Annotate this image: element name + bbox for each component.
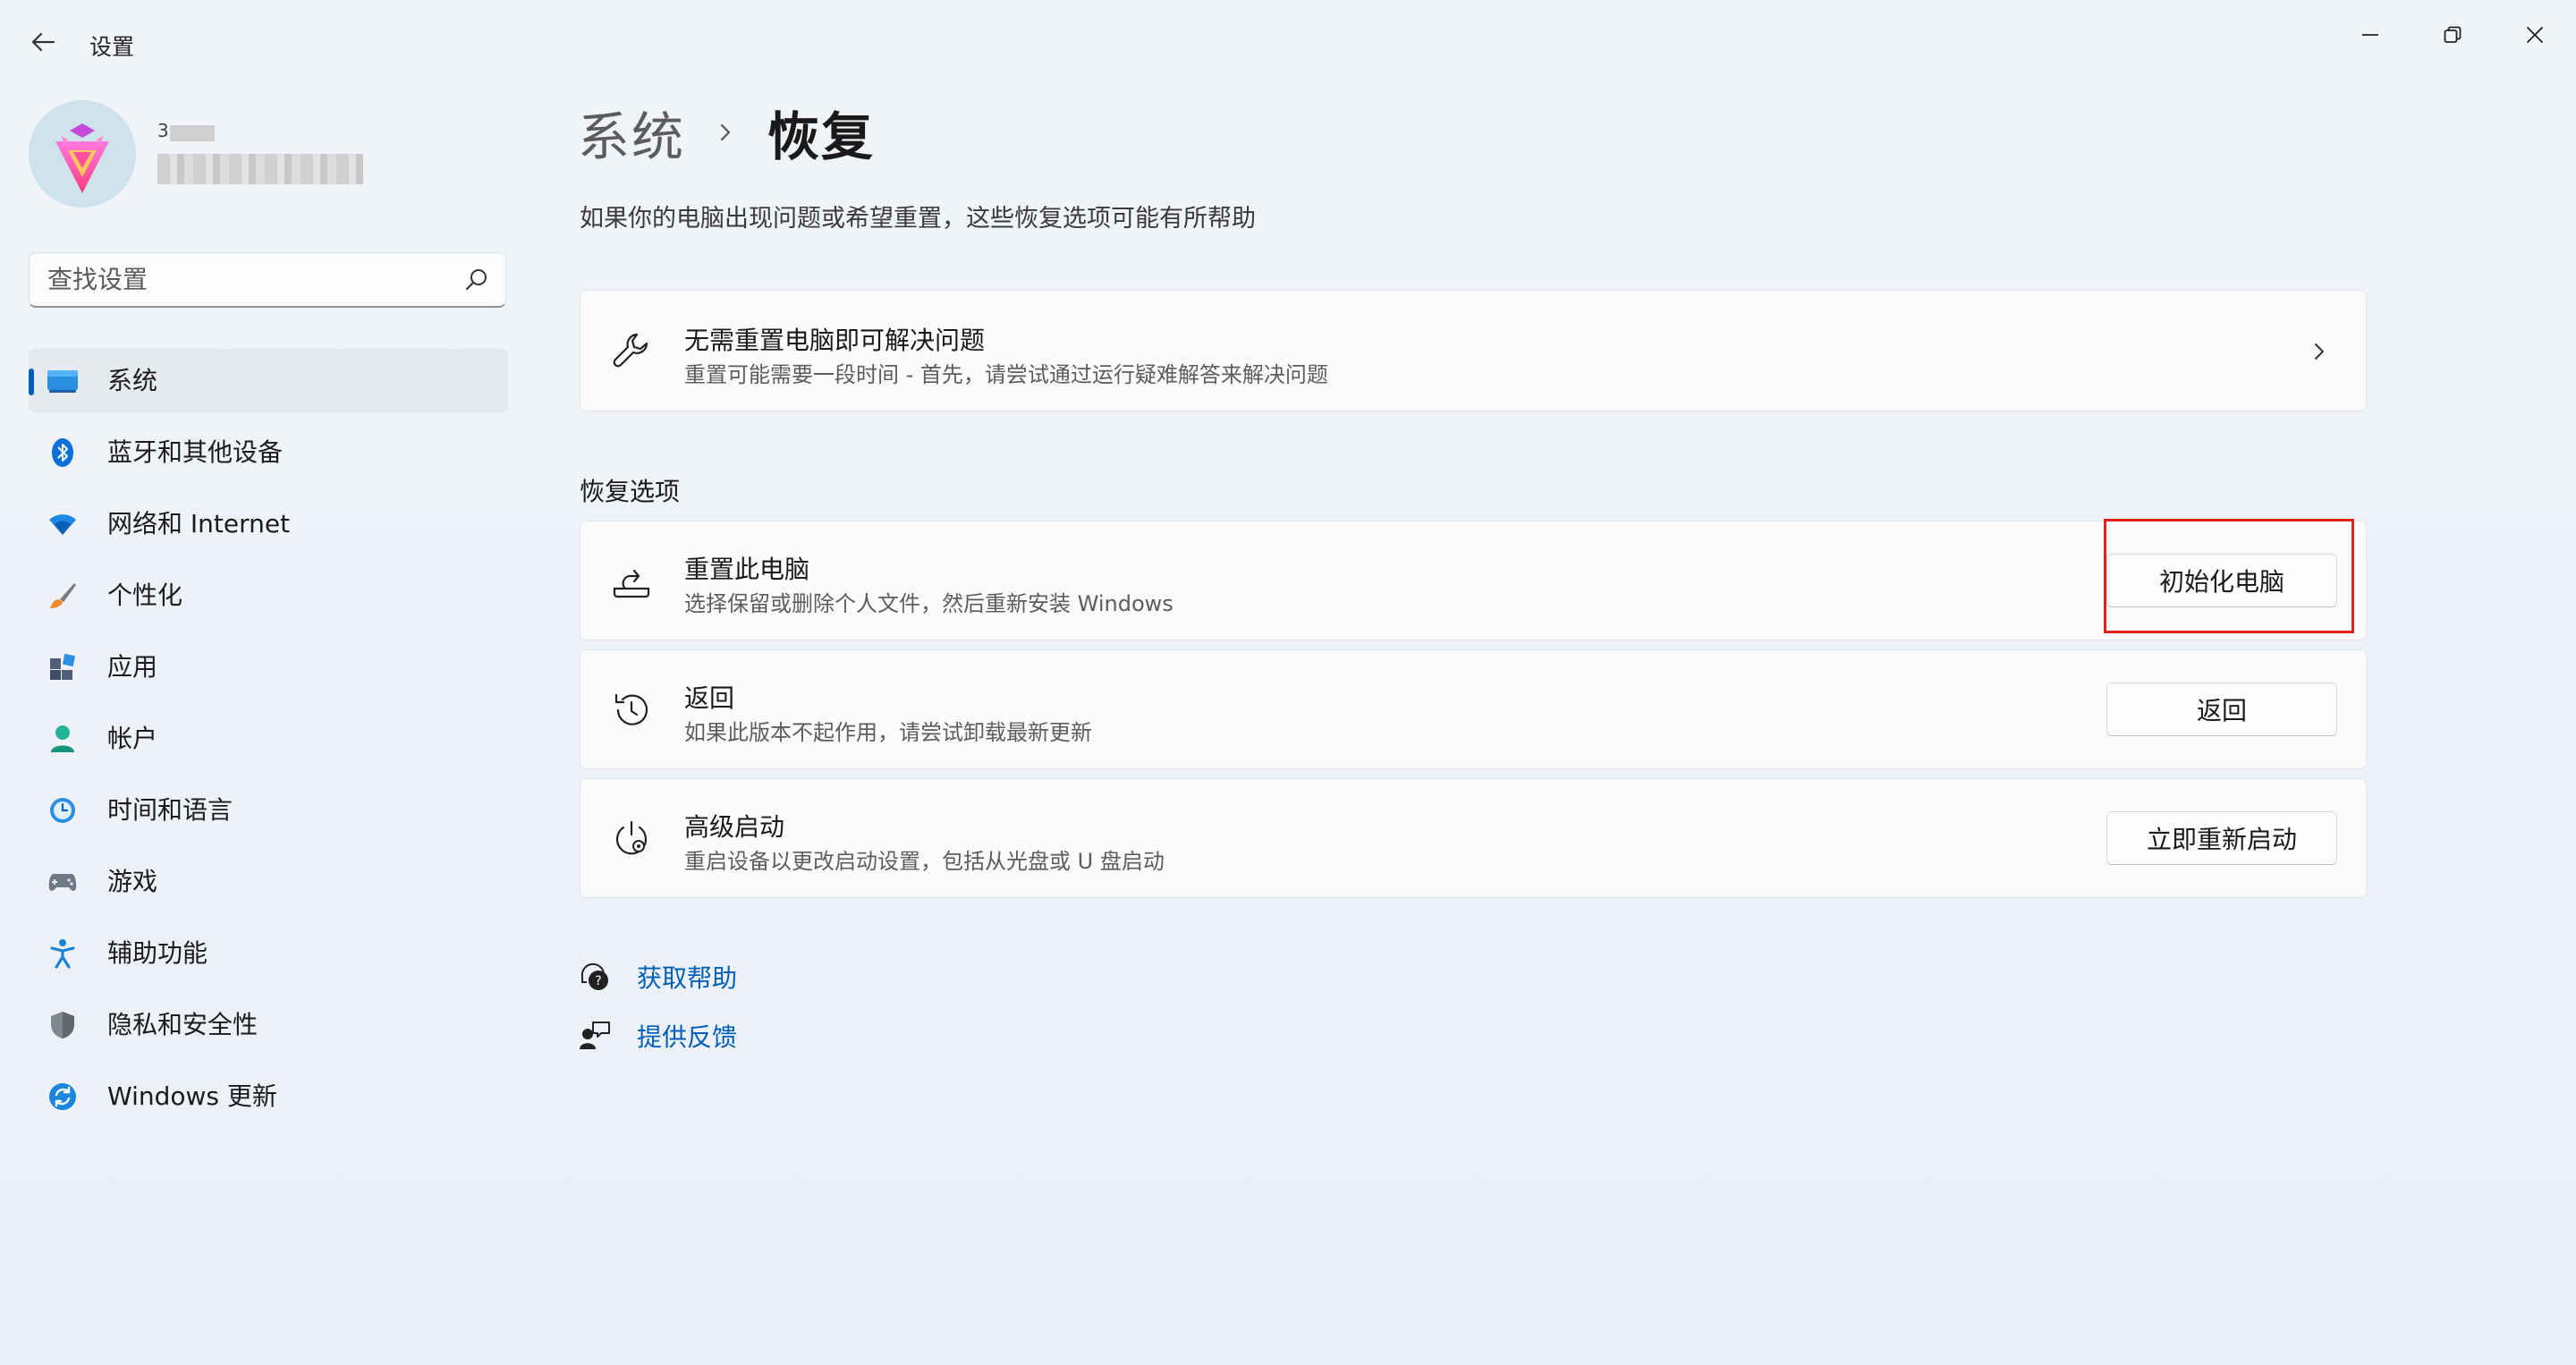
page-title: 恢复 bbox=[767, 106, 876, 167]
advanced-startup-title: 高级启动 bbox=[684, 812, 785, 842]
gamepad-icon bbox=[47, 866, 79, 898]
user-name-partial: 3 bbox=[157, 120, 169, 141]
sidebar-item-personalization[interactable]: 个性化 bbox=[29, 564, 508, 628]
advanced-startup-icon bbox=[611, 818, 652, 860]
troubleshoot-description: 重置可能需要一段时间 - 首先，请尝试通过运行疑难解答来解决问题 bbox=[684, 362, 1328, 387]
get-help-link[interactable]: ? 获取帮助 bbox=[578, 957, 737, 996]
sidebar-item-label: 游戏 bbox=[107, 867, 158, 896]
feedback-icon bbox=[578, 1019, 612, 1053]
give-feedback-label[interactable]: 提供反馈 bbox=[637, 1018, 737, 1054]
reset-pc-description: 选择保留或删除个人文件，然后重新安装 Windows bbox=[684, 591, 1174, 616]
sidebar-item-bluetooth[interactable]: 蓝牙和其他设备 bbox=[29, 420, 508, 485]
wrench-icon bbox=[611, 330, 652, 371]
chevron-right-icon bbox=[714, 121, 737, 144]
advanced-startup-card: 高级启动 重启设备以更改启动设置，包括从光盘或 U 盘启动 立即重新启动 bbox=[580, 778, 2367, 898]
user-name-blurred: 3 bbox=[157, 120, 363, 188]
shield-icon bbox=[47, 1009, 79, 1041]
sidebar-item-gaming[interactable]: 游戏 bbox=[29, 850, 508, 914]
sidebar-item-label: 辅助功能 bbox=[107, 938, 208, 968]
paintbrush-icon bbox=[47, 580, 79, 612]
windows-update-icon bbox=[47, 1081, 79, 1113]
reset-pc-card: 重置此电脑 选择保留或删除个人文件，然后重新安装 Windows 初始化电脑 bbox=[580, 521, 2367, 640]
sidebar-item-label: 网络和 Internet bbox=[107, 509, 291, 538]
go-back-title: 返回 bbox=[684, 683, 735, 713]
get-help-label[interactable]: 获取帮助 bbox=[637, 959, 737, 995]
highlight-annotation-box bbox=[2104, 519, 2354, 633]
reset-pc-title: 重置此电脑 bbox=[684, 555, 810, 584]
troubleshoot-card[interactable]: 无需重置电脑即可解决问题 重置可能需要一段时间 - 首先，请尝试通过运行疑难解答… bbox=[580, 290, 2367, 411]
search-input[interactable] bbox=[47, 253, 441, 305]
back-arrow-icon bbox=[31, 32, 55, 52]
restore-button[interactable] bbox=[2411, 9, 2494, 61]
section-label-recovery-options: 恢复选项 bbox=[580, 477, 681, 506]
wifi-icon bbox=[47, 508, 79, 540]
avatar-image-icon bbox=[29, 100, 136, 208]
back-button[interactable] bbox=[20, 21, 66, 63]
chevron-right-icon bbox=[2315, 343, 2324, 360]
app-title: 设置 bbox=[89, 34, 135, 60]
account-icon bbox=[47, 723, 79, 755]
sidebar-item-time-language[interactable]: 时间和语言 bbox=[29, 778, 508, 843]
sidebar-item-label: 应用 bbox=[107, 652, 158, 682]
sidebar-item-windows-update[interactable]: Windows 更新 bbox=[29, 1064, 508, 1129]
sidebar-item-label: 蓝牙和其他设备 bbox=[107, 437, 284, 467]
search-box[interactable] bbox=[29, 252, 506, 308]
go-back-card: 返回 如果此版本不起作用，请尝试卸载最新更新 返回 bbox=[580, 649, 2367, 769]
sidebar-item-apps[interactable]: 应用 bbox=[29, 635, 508, 699]
minimize-icon bbox=[2362, 34, 2378, 36]
page-subtitle: 如果你的电脑出现问题或希望重置，这些恢复选项可能有所帮助 bbox=[580, 205, 1256, 233]
title-bar: 设置 bbox=[0, 0, 2576, 81]
sidebar-item-accessibility[interactable]: 辅助功能 bbox=[29, 921, 508, 986]
sidebar-item-privacy[interactable]: 隐私和安全性 bbox=[29, 993, 508, 1057]
accessibility-icon bbox=[47, 937, 79, 970]
close-icon bbox=[2527, 27, 2543, 43]
sidebar-item-label: 时间和语言 bbox=[107, 795, 233, 825]
breadcrumb-parent[interactable]: 系统 bbox=[578, 95, 685, 170]
settings-window: 设置 3 查找设置 系统 蓝牙和其他设备 网络和 Internet 个性化 应用… bbox=[0, 0, 2576, 1365]
time-language-icon bbox=[47, 794, 79, 827]
sidebar-item-label: 隐私和安全性 bbox=[107, 1010, 258, 1039]
reset-pc-icon bbox=[611, 561, 652, 602]
go-back-button[interactable]: 返回 bbox=[2106, 682, 2337, 736]
breadcrumb: 系统 恢复 bbox=[578, 97, 875, 168]
advanced-startup-description: 重启设备以更改启动设置，包括从光盘或 U 盘启动 bbox=[684, 849, 1165, 874]
minimize-button[interactable] bbox=[2329, 9, 2411, 61]
give-feedback-link[interactable]: 提供反馈 bbox=[578, 1016, 737, 1056]
history-icon bbox=[611, 690, 652, 731]
go-back-description: 如果此版本不起作用，请尝试卸载最新更新 bbox=[684, 720, 1092, 745]
close-button[interactable] bbox=[2494, 9, 2576, 61]
sidebar-item-label: Windows 更新 bbox=[107, 1081, 277, 1111]
user-avatar[interactable] bbox=[29, 100, 136, 208]
sidebar-item-network[interactable]: 网络和 Internet bbox=[29, 492, 508, 556]
apps-icon bbox=[47, 651, 79, 683]
restart-now-button[interactable]: 立即重新启动 bbox=[2106, 811, 2337, 865]
sidebar-item-accounts[interactable]: 帐户 bbox=[29, 707, 508, 771]
system-monitor-icon bbox=[47, 365, 79, 397]
sidebar-item-label: 帐户 bbox=[107, 724, 158, 753]
search-icon[interactable] bbox=[464, 267, 489, 292]
svg-text:?: ? bbox=[595, 974, 601, 988]
get-help-icon: ? bbox=[578, 960, 612, 994]
sidebar-item-label: 个性化 bbox=[107, 581, 183, 610]
sidebar-item-label: 系统 bbox=[107, 366, 158, 395]
sidebar-item-system[interactable]: 系统 bbox=[29, 349, 508, 413]
selected-indicator bbox=[29, 369, 34, 395]
bluetooth-icon bbox=[47, 437, 79, 469]
sidebar-nav: 系统 蓝牙和其他设备 网络和 Internet 个性化 应用 帐户 时间和语言 … bbox=[29, 349, 508, 1136]
restore-icon bbox=[2444, 26, 2462, 43]
troubleshoot-title: 无需重置电脑即可解决问题 bbox=[684, 326, 986, 355]
